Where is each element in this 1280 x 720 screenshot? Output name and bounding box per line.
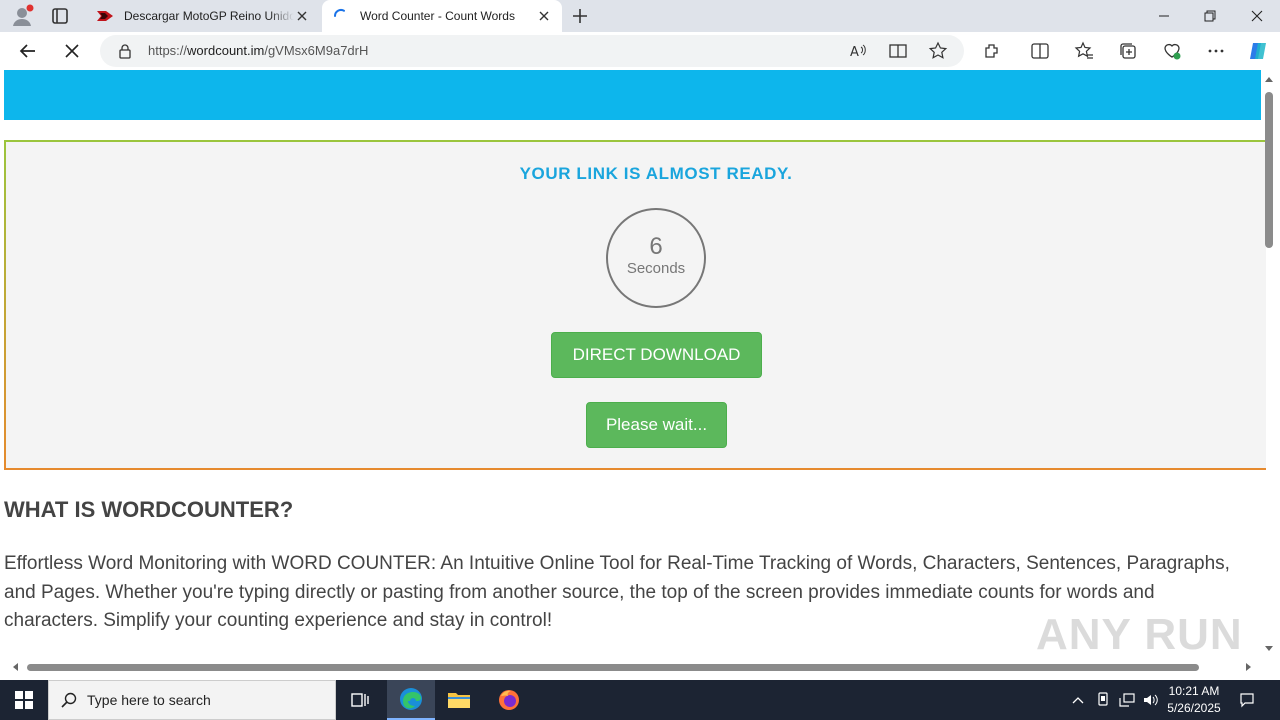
browser-essentials-icon[interactable] [1160, 39, 1184, 63]
notifications-icon[interactable] [1234, 680, 1260, 720]
windows-start-icon[interactable] [0, 680, 48, 720]
horizontal-scrollbar[interactable] [0, 660, 1262, 674]
clock-time: 10:21 AM [1168, 684, 1220, 698]
browser-toolbar: https://wordcount.im/gVMsx6M9a7drH A [0, 32, 1280, 70]
vertical-scrollbar[interactable] [1262, 70, 1276, 660]
tab-title: Descargar MotoGP Reino Unido ( [124, 9, 294, 23]
favorite-star-icon[interactable] [926, 39, 950, 63]
close-tab-icon[interactable] [536, 8, 552, 24]
taskbar-search-box[interactable]: Type here to search [48, 680, 336, 720]
task-view-icon[interactable] [336, 680, 384, 720]
network-icon[interactable] [1116, 680, 1138, 720]
tab-title: Word Counter - Count Words [360, 9, 515, 23]
countdown-unit: Seconds [626, 260, 686, 277]
windows-taskbar: Type here to search 10:21 AM 5/26/2025 [0, 680, 1280, 720]
site-header-bar [4, 70, 1261, 120]
link-panel: YOUR LINK IS ALMOST READY. 6 Seconds DIR… [4, 140, 1266, 470]
profile-icon[interactable] [10, 4, 34, 28]
anyrun-watermark: ANY RUN [1036, 610, 1243, 659]
taskbar-clock[interactable]: 10:21 AM 5/26/2025 [1160, 683, 1228, 717]
copilot-icon[interactable] [1246, 39, 1270, 63]
tab-word-counter[interactable]: Word Counter - Count Words [322, 0, 562, 32]
scroll-down-icon[interactable] [1265, 646, 1273, 652]
back-arrow-icon[interactable] [16, 39, 40, 63]
search-icon [61, 692, 77, 708]
scroll-right-icon[interactable] [1246, 663, 1252, 671]
search-placeholder: Type here to search [87, 692, 211, 708]
volume-icon[interactable] [1140, 680, 1162, 720]
direct-download-button[interactable]: DIRECT DOWNLOAD [551, 332, 762, 378]
close-window-icon[interactable] [1234, 0, 1280, 32]
close-tab-icon[interactable] [294, 8, 310, 24]
file-explorer-icon[interactable] [435, 680, 483, 720]
edge-taskbar-icon[interactable] [387, 680, 435, 720]
paragraph-line: Effortless Word Monitoring with WORD COU… [4, 553, 1230, 574]
paragraph-line: and Pages. Whether you're typing directl… [4, 581, 1155, 603]
tab-strip: Descargar MotoGP Reino Unido ( Word Coun… [0, 0, 1280, 32]
read-aloud-icon[interactable]: A [846, 39, 870, 63]
clock-date: 5/26/2025 [1167, 701, 1221, 715]
tab-actions-icon[interactable] [48, 5, 72, 27]
motogp-favicon-icon [96, 7, 114, 25]
stop-loading-icon[interactable] [60, 39, 84, 63]
show-hidden-icons-icon[interactable] [1068, 680, 1088, 720]
immersive-reader-icon[interactable] [886, 39, 910, 63]
new-tab-icon[interactable] [570, 6, 590, 26]
favorites-icon[interactable] [1072, 39, 1096, 63]
restore-icon[interactable] [1187, 0, 1233, 32]
lock-icon[interactable] [118, 43, 132, 64]
page-viewport: YOUR LINK IS ALMOST READY. 6 Seconds DIR… [0, 70, 1280, 680]
countdown-value: 6 [649, 233, 663, 260]
address-bar[interactable]: https://wordcount.im/gVMsx6M9a7drH A [100, 35, 964, 67]
please-wait-button[interactable]: Please wait... [586, 402, 727, 448]
scroll-left-icon[interactable] [12, 663, 18, 671]
extensions-icon[interactable] [980, 39, 1004, 63]
collections-icon[interactable] [1116, 39, 1140, 63]
section-heading: WHAT IS WORDCOUNTER? [4, 497, 294, 522]
firefox-icon[interactable] [485, 680, 533, 720]
split-screen-icon[interactable] [1028, 39, 1052, 63]
more-options-icon[interactable] [1204, 39, 1228, 63]
countdown-timer: 6 Seconds [606, 208, 706, 308]
url-text[interactable]: https://wordcount.im/gVMsx6M9a7drH [148, 43, 368, 58]
vertical-scroll-thumb[interactable] [1265, 92, 1273, 248]
loading-spinner-icon [332, 7, 350, 25]
minimize-icon[interactable] [1141, 0, 1187, 32]
tab-motogp[interactable]: Descargar MotoGP Reino Unido ( [86, 0, 320, 32]
scroll-up-icon[interactable] [1265, 76, 1273, 82]
svg-text:A: A [850, 45, 859, 60]
device-icon[interactable] [1092, 680, 1114, 720]
link-ready-title: YOUR LINK IS ALMOST READY. [519, 164, 793, 183]
horizontal-scroll-thumb[interactable] [27, 664, 1199, 671]
